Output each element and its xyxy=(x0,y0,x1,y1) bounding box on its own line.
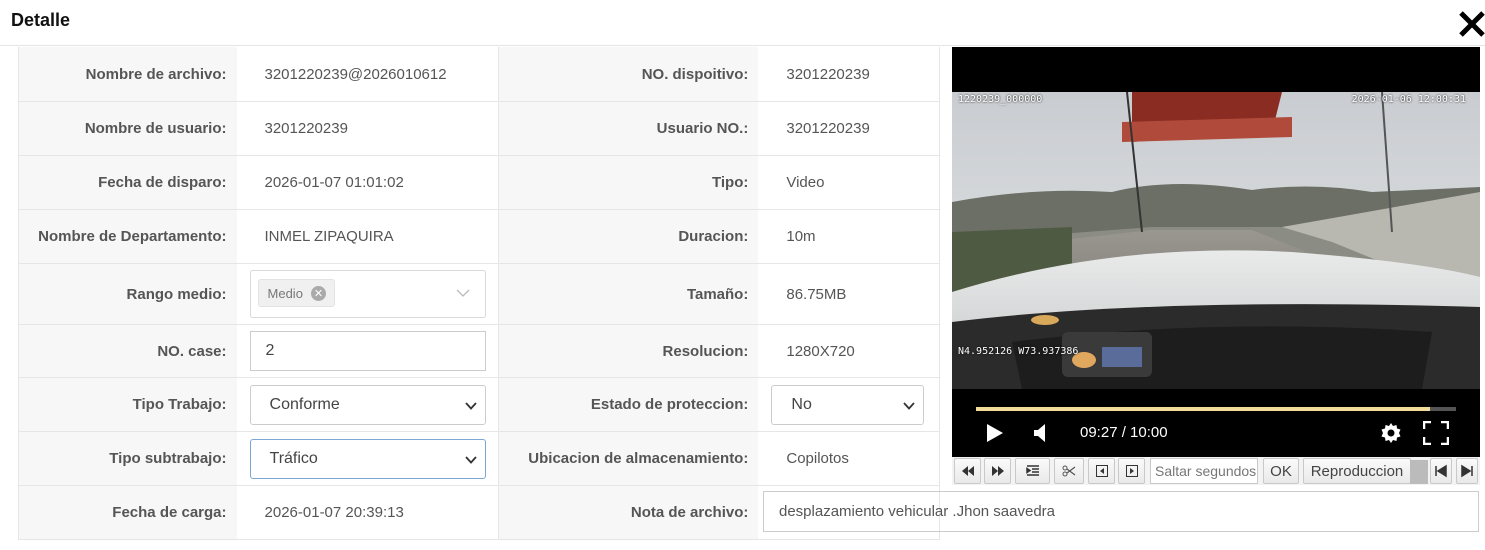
field-value-media-range: Medio ✕ xyxy=(236,264,498,324)
volume-icon[interactable] xyxy=(1033,423,1049,443)
frame-back-button[interactable] xyxy=(1088,458,1115,484)
file-note-input[interactable]: desplazamiento vehicular .Jhon saavedra xyxy=(763,491,1479,532)
dialog-header: Detalle xyxy=(0,0,1485,46)
field-label-storage-location: Ubicacion de almacenamiento: xyxy=(497,432,759,485)
skip-end-icon xyxy=(1461,464,1473,478)
field-value-upload-date: 2026-01-07 20:39:13 xyxy=(236,486,498,539)
field-label-filename: Nombre de archivo: xyxy=(19,47,237,101)
video-player[interactable]: 1220239_000000 2026-01-06 12:00:31 N4.95… xyxy=(952,47,1480,457)
chevron-down-icon xyxy=(903,401,916,410)
playback-button[interactable]: Reproduccion xyxy=(1303,458,1411,484)
field-label-media-range: Rango medio: xyxy=(19,264,237,324)
gear-icon[interactable] xyxy=(1379,421,1403,445)
chevron-down-icon xyxy=(464,401,477,410)
field-value-case-no: 2 xyxy=(236,325,498,377)
work-type-select[interactable]: Conforme xyxy=(249,384,486,425)
close-icon[interactable] xyxy=(1458,10,1485,38)
toolbar-scrollbar[interactable] xyxy=(1410,460,1428,484)
list-icon xyxy=(1025,465,1039,476)
media-range-tag-label: Medio xyxy=(267,285,303,301)
field-label-device-no: NO. dispoitivo: xyxy=(497,47,759,101)
seek-seconds-input[interactable]: Saltar segundos xyxy=(1150,458,1258,484)
field-label-trigger-date: Fecha de disparo: xyxy=(19,156,237,209)
field-value-work-type: Conforme xyxy=(236,378,498,431)
field-label-user-no: Usuario NO.: xyxy=(497,102,759,155)
field-label-case-no: NO. case: xyxy=(19,325,237,377)
field-value-username: 3201220239 xyxy=(236,102,498,155)
form-row: Nombre de Departamento: INMEL ZIPAQUIRA … xyxy=(19,210,939,264)
osd-channel: 1220239_000000 xyxy=(958,94,1043,105)
field-value-trigger-date: 2026-01-07 01:01:02 xyxy=(236,156,498,209)
time-display: 09:27 / 10:00 xyxy=(1080,424,1168,441)
case-no-input[interactable]: 2 xyxy=(249,331,486,371)
protection-state-selected: No xyxy=(791,395,812,413)
progress-fill xyxy=(976,407,1430,411)
play-icon[interactable] xyxy=(986,423,1004,443)
field-label-duration: Duracion: xyxy=(497,210,759,263)
dialog-title: Detalle xyxy=(11,10,71,30)
form-row: Nombre de archivo: 3201220239@2026010612… xyxy=(19,47,939,102)
field-label-subwork-type: Tipo subtrabajo: xyxy=(19,432,237,485)
field-value-department: INMEL ZIPAQUIRA xyxy=(236,210,498,263)
field-label-username: Nombre de usuario: xyxy=(19,102,237,155)
chevron-down-icon xyxy=(464,455,477,464)
field-label-work-type: Tipo Trabajo: xyxy=(19,378,237,431)
field-label-protection-state: Estado de proteccion: xyxy=(497,378,759,431)
frame-back-icon xyxy=(1095,465,1108,477)
frame-forward-icon xyxy=(1125,465,1138,477)
rewind-button[interactable] xyxy=(954,458,981,484)
ok-button[interactable]: OK xyxy=(1263,458,1299,484)
subwork-type-select[interactable]: Tráfico xyxy=(249,438,486,479)
field-label-type: Tipo: xyxy=(497,156,759,209)
skip-end-button[interactable] xyxy=(1456,458,1478,484)
skip-start-button[interactable] xyxy=(1430,458,1452,484)
field-value-type: Video xyxy=(758,156,939,209)
tag-remove-icon[interactable]: ✕ xyxy=(310,285,326,301)
fast-forward-button[interactable] xyxy=(984,458,1011,484)
scissors-icon xyxy=(1062,465,1076,477)
form-row: Rango medio: Medio ✕ Tamaño: 86.75MB xyxy=(19,264,939,325)
field-value-duration: 10m xyxy=(758,210,939,263)
player-toolbar: Saltar segundos OK Reproduccion xyxy=(952,457,1480,485)
rewind-icon xyxy=(961,466,974,476)
field-value-resolution: 1280X720 xyxy=(758,325,939,377)
detail-form: Nombre de archivo: 3201220239@2026010612… xyxy=(18,47,940,540)
field-label-resolution: Resolucion: xyxy=(497,325,759,377)
field-value-user-no: 3201220239 xyxy=(758,102,939,155)
field-label-file-note: Nota de archivo: xyxy=(497,486,759,539)
field-value-size: 86.75MB xyxy=(758,264,939,324)
clip-button[interactable] xyxy=(1054,458,1084,484)
field-label-size: Tamaño: xyxy=(497,264,759,324)
skip-start-icon xyxy=(1435,464,1447,478)
subwork-type-selected: Tráfico xyxy=(269,449,318,467)
work-type-selected: Conforme xyxy=(269,395,340,413)
media-range-select[interactable]: Medio ✕ xyxy=(249,270,486,318)
video-frame[interactable]: 1220239_000000 2026-01-06 12:00:31 N4.95… xyxy=(952,92,1480,389)
form-row: Tipo subtrabajo: Tráfico Ubicacion de al… xyxy=(19,432,939,486)
form-row: Nombre de usuario: 3201220239 Usuario NO… xyxy=(19,102,939,156)
field-value-subwork-type: Tráfico xyxy=(236,432,498,485)
dashcam-frame-image xyxy=(952,92,1480,389)
field-value-storage-location: Copilotos xyxy=(758,432,939,485)
playlist-button[interactable] xyxy=(1015,458,1050,484)
chevron-down-icon xyxy=(456,289,469,297)
media-range-tag: Medio ✕ xyxy=(257,279,335,307)
progress-bar[interactable] xyxy=(976,407,1456,411)
field-value-protection-state: No xyxy=(758,378,939,431)
osd-datetime: 2026-01-06 12:00:31 xyxy=(1351,94,1466,105)
fast-forward-icon xyxy=(991,466,1004,476)
field-label-department: Nombre de Departamento: xyxy=(19,210,237,263)
form-row: NO. case: 2 Resolucion: 1280X720 xyxy=(19,325,939,378)
osd-gps: N4.952126 W73.937386 xyxy=(958,346,1079,357)
frame-forward-button[interactable] xyxy=(1118,458,1145,484)
form-row: Fecha de disparo: 2026-01-07 01:01:02 Ti… xyxy=(19,156,939,210)
field-label-upload-date: Fecha de carga: xyxy=(19,486,237,539)
protection-state-select[interactable]: No xyxy=(771,384,925,425)
fullscreen-icon[interactable] xyxy=(1423,421,1449,445)
form-row: Tipo Trabajo: Conforme Estado de protecc… xyxy=(19,378,939,432)
field-value-filename: 3201220239@2026010612 xyxy=(236,47,498,101)
field-value-device-no: 3201220239 xyxy=(758,47,939,101)
